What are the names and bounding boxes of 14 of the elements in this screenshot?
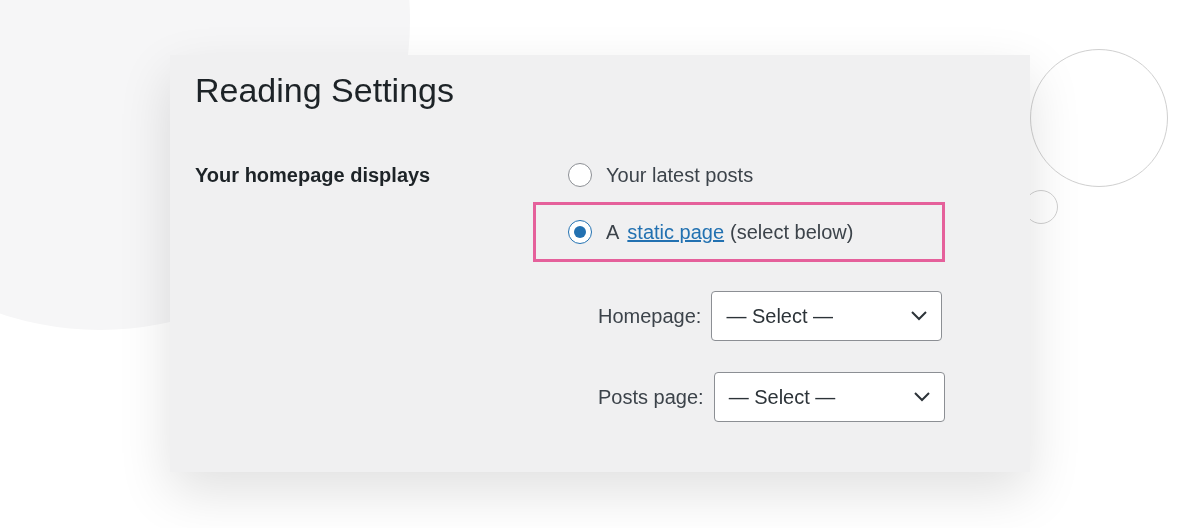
- chevron-down-icon: [913, 392, 930, 402]
- chevron-down-icon: [911, 311, 928, 321]
- option-label: (select below): [730, 220, 854, 244]
- select-label: Posts page:: [598, 385, 704, 409]
- static-page-link[interactable]: static page: [627, 220, 725, 244]
- radio-button[interactable]: [568, 220, 592, 244]
- option-label: Your latest posts: [606, 163, 754, 187]
- option-label: A: [606, 220, 620, 244]
- select-label: Homepage:: [598, 304, 702, 328]
- page-title: Reading Settings: [195, 71, 455, 110]
- field-label: Your homepage displays: [195, 163, 432, 188]
- page-select[interactable]: — Select —: [711, 291, 943, 341]
- page-select[interactable]: — Select —: [713, 372, 945, 422]
- radio-button[interactable]: [568, 163, 592, 187]
